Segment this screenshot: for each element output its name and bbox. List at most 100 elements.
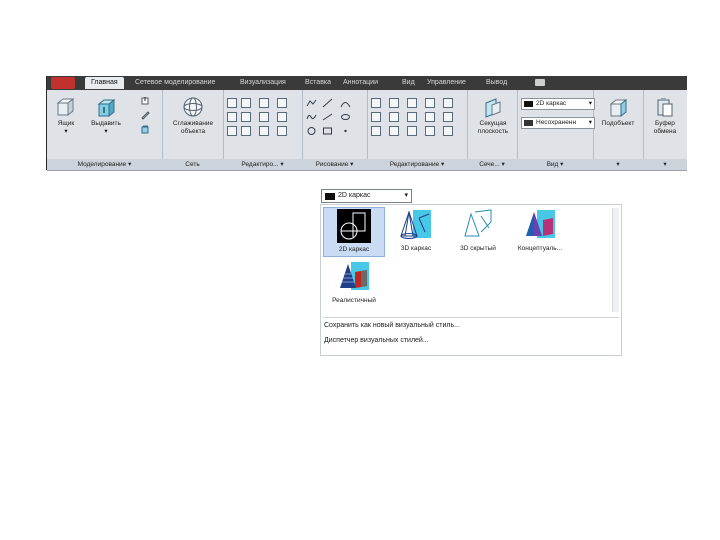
scale-icon[interactable]: [407, 112, 417, 122]
box-button[interactable]: Ящик ▾: [49, 96, 83, 150]
ribbon-tab-bar: Главная Сетевое моделирование Визуализац…: [47, 76, 687, 90]
presspull-icon[interactable]: [140, 96, 151, 106]
tab-manage[interactable]: Управление: [427, 77, 466, 89]
fillet-icon[interactable]: [443, 112, 453, 122]
trim-icon[interactable]: [407, 98, 417, 108]
panel-clipboard-footer[interactable]: ▾: [643, 159, 687, 170]
style-item-label: 3D каркас: [400, 245, 432, 252]
panel-modify: Редактирование ▾: [367, 90, 468, 170]
line-icon[interactable]: [322, 98, 333, 108]
extrude-button[interactable]: Выдавить ▾: [89, 96, 123, 150]
panel-solid-editing-footer[interactable]: Редактиро... ▾: [223, 159, 302, 170]
tab-annotate[interactable]: Аннотации: [343, 77, 378, 89]
clean-icon[interactable]: [277, 126, 287, 136]
panel-subobject-footer[interactable]: ▾: [593, 159, 643, 170]
chevron-down-icon: ▾: [588, 119, 592, 126]
application-menu-button[interactable]: [51, 77, 75, 89]
thicken-icon[interactable]: [241, 126, 251, 136]
smooth-object-button[interactable]: Сглаживание объекта: [172, 96, 214, 150]
ellipse-icon[interactable]: [340, 112, 351, 122]
2d-wireframe-thumbnail: [337, 209, 371, 243]
intersect-icon[interactable]: [227, 112, 237, 122]
style-item-label: 3D скрытый: [460, 245, 496, 252]
chevron-down-icon: ▾: [64, 128, 68, 135]
3d-move-icon[interactable]: [389, 126, 399, 136]
circle-icon[interactable]: [306, 126, 317, 136]
tab-render[interactable]: Визуализация: [240, 77, 286, 89]
style-item-label: Реалистичный: [332, 297, 376, 304]
tab-home[interactable]: Главная: [85, 77, 124, 89]
polyline-icon[interactable]: [306, 98, 317, 108]
fillet-edge-icon[interactable]: [277, 112, 287, 122]
visual-styles-manager-command[interactable]: Диспетчер визуальных стилей...: [324, 335, 429, 346]
subobject-icon: [609, 98, 628, 118]
move-icon[interactable]: [371, 98, 381, 108]
tab-view[interactable]: Вид: [402, 77, 415, 89]
shell-icon[interactable]: [259, 126, 269, 136]
box-label: Ящик: [57, 120, 75, 127]
section-plane-label-1: Секущая: [479, 120, 507, 127]
erase-icon[interactable]: [425, 126, 435, 136]
rotate-icon[interactable]: [389, 98, 399, 108]
mirror-icon[interactable]: [443, 98, 453, 108]
extract-edges-icon[interactable]: [277, 98, 287, 108]
subobject-button[interactable]: Подобъект: [597, 96, 639, 150]
ribbon-panels: Ящик ▾ Выдавить ▾ Моделирование ▾ Сглажи…: [47, 90, 687, 170]
tab-mesh-modeling[interactable]: Сетевое моделирование: [135, 77, 215, 89]
3d-wireframe-thumbnail: [400, 210, 431, 239]
panel-mesh-footer[interactable]: Сеть: [162, 159, 223, 170]
chevron-down-icon: ▾: [588, 100, 592, 107]
panel-modify-footer[interactable]: Редактирование ▾: [367, 159, 467, 170]
copy-icon[interactable]: [371, 112, 381, 122]
save-as-new-visual-style-command[interactable]: Сохранить как новый визуальный стиль...: [324, 320, 460, 331]
visual-style-dropdown-trigger[interactable]: 2D каркас ▾: [321, 189, 412, 203]
panel-modeling-footer[interactable]: Моделирование ▾: [47, 159, 162, 170]
visual-style-combo[interactable]: 2D каркас ▾: [521, 98, 595, 110]
panel-draw-footer[interactable]: Рисование ▾: [302, 159, 367, 170]
imprint-icon[interactable]: [241, 112, 251, 122]
tab-insert[interactable]: Вставка: [305, 77, 331, 89]
view-state-value: Несохраненн: [536, 119, 577, 126]
realistic-thumbnail: [340, 262, 369, 290]
explode-icon[interactable]: [443, 126, 453, 136]
panel-section-footer[interactable]: Сече... ▾: [467, 159, 517, 170]
spline-icon[interactable]: [306, 112, 317, 122]
tab-output[interactable]: Вывод: [486, 77, 507, 89]
style-item-3d-hidden[interactable]: 3D скрытый: [447, 207, 509, 257]
slice-icon[interactable]: [259, 112, 269, 122]
chevron-down-icon: ▾: [104, 128, 108, 135]
panel-draw: Рисование ▾: [302, 90, 368, 170]
rectangle-icon[interactable]: [322, 126, 333, 136]
style-item-label: 2D каркас: [338, 246, 370, 253]
point-icon[interactable]: [340, 126, 351, 136]
3d-rotate-icon[interactable]: [407, 126, 417, 136]
solid-history-icon[interactable]: [140, 124, 151, 134]
interfere-icon[interactable]: [227, 126, 237, 136]
panel-view: 2D каркас ▾ Несохраненн ▾ Вид ▾: [517, 90, 595, 170]
edit-shape-icon[interactable]: [140, 110, 151, 120]
ribbon-minimize-button[interactable]: [535, 79, 545, 86]
clipboard-button[interactable]: Буфер обмена: [647, 96, 683, 150]
panel-view-footer[interactable]: Вид ▾: [517, 159, 593, 170]
visual-style-value: 2D каркас: [536, 100, 567, 107]
style-item-conceptual[interactable]: Концептуаль...: [509, 207, 571, 257]
view-state-swatch: [524, 120, 533, 126]
subtract-icon[interactable]: [241, 98, 251, 108]
ray-icon[interactable]: [322, 112, 333, 122]
offset-icon[interactable]: [425, 112, 435, 122]
align-icon[interactable]: [371, 126, 381, 136]
style-item-realistic[interactable]: Реалистичный: [323, 259, 385, 309]
union-icon[interactable]: [227, 98, 237, 108]
style-item-2d-wireframe[interactable]: 2D каркас: [323, 207, 385, 257]
arc-icon[interactable]: [340, 98, 351, 108]
conceptual-thumbnail: [526, 210, 555, 238]
panel-subobject: Подобъект ▾: [593, 90, 644, 170]
view-state-combo[interactable]: Несохраненн ▾: [521, 117, 595, 129]
gallery-scrollbar[interactable]: [612, 208, 619, 312]
array-icon[interactable]: [425, 98, 435, 108]
separate-icon[interactable]: [259, 98, 269, 108]
visual-style-current: 2D каркас: [338, 192, 371, 199]
stretch-icon[interactable]: [389, 112, 399, 122]
section-plane-button[interactable]: Секущая плоскость: [473, 96, 513, 150]
style-item-3d-wireframe[interactable]: 3D каркас: [385, 207, 447, 257]
